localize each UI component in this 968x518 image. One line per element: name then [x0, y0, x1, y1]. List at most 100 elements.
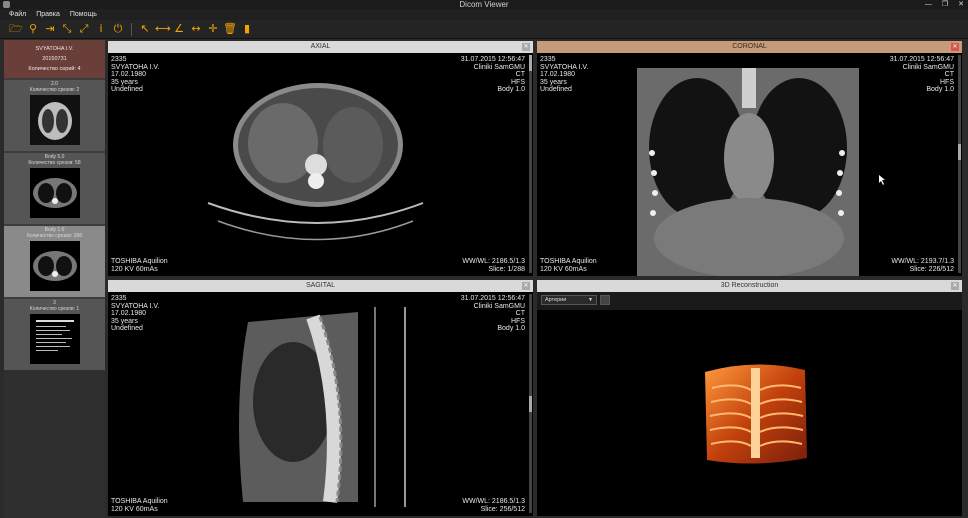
menu-bar: Файл Правка Помощь: [0, 9, 968, 20]
institution: Cliniki SamGMU: [473, 63, 525, 71]
close-icon[interactable]: ✕: [951, 43, 959, 51]
overlay-top-left: 2335 SVYATOHA I.V. 17.02.1980 35 years U…: [111, 295, 159, 333]
patient-name: SVYATOHA I.V.: [35, 46, 74, 52]
series-slices: Количество срезов: 58: [28, 160, 81, 166]
info-icon[interactable]: i: [94, 22, 108, 36]
slice-scrollbar[interactable]: [958, 55, 961, 273]
series-slices: Количество срезов: 2: [29, 87, 80, 93]
title-bar: Dicom Viewer — ❐ ✕: [0, 0, 968, 9]
patient-age: 35 years: [111, 78, 138, 86]
distance-icon[interactable]: ↔: [189, 22, 203, 36]
series-slices: Количество срезов: 288: [27, 233, 82, 239]
exposure: 120 KV 60mAs: [540, 265, 587, 273]
modality: CT: [515, 71, 525, 78]
series-thumbnail: [29, 95, 80, 145]
viewport-header: SAGITAL ✕: [108, 280, 533, 292]
scrollbar-thumb[interactable]: [529, 55, 532, 71]
app-icon: [3, 1, 10, 8]
patient-name: SVYATOHA I.V.: [540, 63, 589, 71]
study-datetime: 31.07.2015 12:56:47: [460, 56, 525, 63]
toolbar-divider: [131, 22, 132, 36]
open-file-icon[interactable]: ⚲: [26, 22, 40, 36]
series-item[interactable]: Body 5.0 Количество срезов: 58: [4, 153, 105, 224]
series-item[interactable]: 2.0 Количество срезов: 2: [4, 80, 105, 151]
close-icon[interactable]: ✕: [951, 282, 959, 290]
overlay-top-right: 31.07.2015 12:56:47 Cliniki SamGMU CT HF…: [461, 56, 525, 94]
overlay-bottom-left: TOSHIBA Aquilion 120 KV 60mAs: [540, 258, 597, 273]
zoom-icon[interactable]: ⤡: [60, 22, 74, 36]
pointer-icon[interactable]: ↖: [138, 22, 152, 36]
exposure: 120 KV 60mAs: [111, 505, 158, 513]
crosshair-icon[interactable]: ✛: [206, 22, 220, 36]
close-window-button[interactable]: ✕: [958, 0, 964, 9]
exposure: 120 KV 60mAs: [111, 265, 158, 273]
menu-edit[interactable]: Правка: [36, 9, 60, 20]
viewport-title: SAGITAL: [305, 282, 336, 289]
minimize-button[interactable]: —: [925, 0, 932, 9]
patient-position: HFS: [940, 78, 954, 86]
menu-help[interactable]: Помощь: [70, 9, 97, 20]
viewport-title: AXIAL: [310, 43, 331, 50]
ruler-icon[interactable]: ⟷: [155, 22, 171, 36]
institution: Cliniki SamGMU: [473, 302, 525, 310]
slice-scrollbar[interactable]: [529, 294, 532, 513]
study-date: 20150731: [42, 56, 67, 62]
patient-sex: Undefined: [111, 86, 143, 93]
institution: Cliniki SamGMU: [902, 63, 954, 71]
open-folder-icon[interactable]: 🗁: [9, 22, 23, 36]
series-thumbnail: [29, 314, 80, 364]
birth-date: 17.02.1980: [111, 71, 147, 78]
birth-date: 17.02.1980: [540, 71, 576, 78]
slice-scrollbar[interactable]: [529, 55, 532, 273]
delete-icon[interactable]: 🗑: [223, 22, 237, 36]
overlay-top-right: 31.07.2015 12:56:47 Cliniki SamGMU CT HF…: [461, 295, 525, 333]
angle-icon[interactable]: ∠: [172, 22, 186, 36]
power-icon[interactable]: ⏻: [111, 22, 125, 36]
patient-card[interactable]: SVYATOHA I.V. 20150731 Количество серий:…: [4, 40, 105, 78]
birth-date: 17.02.1980: [111, 310, 147, 317]
series-item[interactable]: Body 1.0 Количество срезов: 288: [4, 226, 105, 297]
viewport-title: CORONAL: [732, 43, 767, 50]
overlay-bottom-right: WW/WL: 2186.5/1.3 Slice: 1/288: [462, 258, 525, 273]
series-thumbnail: [29, 241, 80, 291]
scanner-model: TOSHIBA Aquilion: [111, 258, 168, 265]
scrollbar-thumb[interactable]: [529, 396, 532, 412]
series-description: Body 1.0: [926, 86, 954, 93]
sagital-viewport[interactable]: SAGITAL ✕ 2335 SVYATOHA I.V. 17.02.1980 …: [108, 280, 533, 516]
close-icon[interactable]: ✕: [522, 282, 530, 290]
patient-id: 2335: [540, 56, 556, 63]
patient-id: 2335: [111, 56, 127, 63]
slice-number: Slice: 1/288: [488, 265, 525, 273]
fullscreen-icon[interactable]: ⤢: [77, 22, 91, 36]
series-description: Body 1.0: [497, 325, 525, 332]
series-thumbnail: [29, 168, 80, 218]
patient-age: 35 years: [540, 78, 567, 86]
patient-position: HFS: [511, 78, 525, 86]
window-level: WW/WL: 2186.5/1.3: [462, 498, 525, 505]
series-item[interactable]: 3 Количество срезов: 1: [4, 299, 105, 370]
modality: CT: [944, 71, 954, 78]
reconstruction-render: [705, 364, 807, 464]
preset-options-button[interactable]: [600, 295, 610, 305]
slice-number: Slice: 226/512: [909, 265, 954, 273]
viewport-header: CORONAL ✕: [537, 41, 962, 53]
preset-select[interactable]: Артерии ▼: [541, 295, 597, 305]
maximize-button[interactable]: ❐: [942, 0, 948, 9]
overlay-top-left: 2335 SVYATOHA I.V. 17.02.1980 35 years U…: [111, 56, 159, 94]
reconstruction-viewport[interactable]: 3D Reconstruction ✕ Артерии ▼: [537, 280, 962, 516]
modality: CT: [515, 310, 525, 317]
contrast-icon[interactable]: ▮: [240, 22, 254, 36]
patient-position: HFS: [511, 317, 525, 325]
viewport-header: AXIAL ✕: [108, 41, 533, 53]
scrollbar-thumb[interactable]: [958, 144, 961, 160]
overlay-bottom-left: TOSHIBA Aquilion 120 KV 60mAs: [111, 258, 168, 273]
close-icon[interactable]: ✕: [522, 43, 530, 51]
coronal-viewport[interactable]: CORONAL ✕ 2335 SVYATOHA I.V. 17.02.1980 …: [537, 41, 962, 276]
axial-viewport[interactable]: AXIAL ✕ 2335 SVYATOHA I.V. 17.02.1980 35…: [108, 41, 533, 276]
patient-age: 35 years: [111, 317, 138, 325]
chevron-down-icon: ▼: [588, 297, 593, 303]
study-datetime: 31.07.2015 12:56:47: [889, 56, 954, 63]
menu-file[interactable]: Файл: [9, 9, 26, 20]
import-icon[interactable]: ⇥: [43, 22, 57, 36]
scanner-model: TOSHIBA Aquilion: [111, 498, 168, 505]
